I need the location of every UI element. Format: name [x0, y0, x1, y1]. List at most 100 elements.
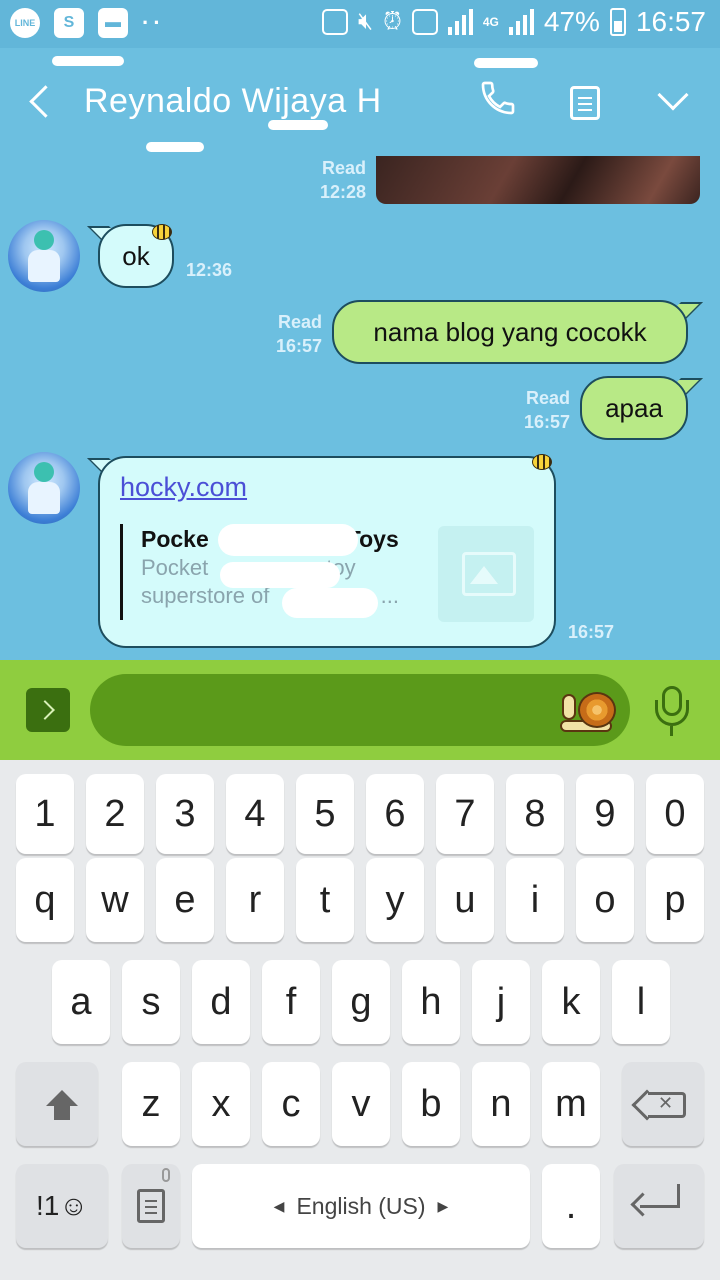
message-input[interactable] — [90, 674, 630, 746]
enter-key[interactable] — [614, 1164, 704, 1248]
bee-decoration — [152, 224, 172, 240]
key-f[interactable]: f — [262, 960, 320, 1044]
mute-icon: 🔇︎ — [358, 8, 374, 35]
key-m[interactable]: m — [542, 1062, 600, 1146]
recycle-icon — [322, 9, 348, 35]
line-icon: LINE — [10, 8, 40, 38]
key-t[interactable]: t — [296, 858, 354, 942]
clipboard-key[interactable] — [122, 1164, 180, 1248]
key-3[interactable]: 3 — [156, 774, 214, 854]
avatar[interactable] — [8, 220, 80, 292]
chat-header: Reynaldo Wijaya H — [0, 48, 720, 156]
menu-dropdown-button[interactable] — [652, 78, 700, 126]
key-7[interactable]: 7 — [436, 774, 494, 854]
sticker-button[interactable] — [558, 688, 618, 732]
message-time: 12:36 — [186, 260, 233, 280]
read-status: Read — [321, 158, 366, 178]
language-prev-icon: ◀ — [273, 1197, 285, 1214]
key-8[interactable]: 8 — [506, 774, 564, 854]
key-p[interactable]: p — [646, 858, 704, 942]
outgoing-message[interactable]: nama blog yang cocokk — [332, 300, 688, 364]
notes-button[interactable] — [560, 78, 608, 126]
redaction — [220, 562, 340, 588]
cloud-decoration — [52, 56, 124, 66]
key-6[interactable]: 6 — [366, 774, 424, 854]
cloud-decoration — [146, 142, 204, 152]
voice-input-hint-icon — [162, 1168, 170, 1182]
message-input-bar — [0, 660, 720, 760]
key-q[interactable]: q — [16, 858, 74, 942]
battery-icon — [609, 8, 626, 36]
redaction — [282, 588, 378, 618]
shift-key[interactable] — [16, 1062, 98, 1146]
expand-menu-button[interactable] — [26, 688, 70, 732]
space-language-label: English (US) — [296, 1192, 426, 1219]
key-o[interactable]: o — [576, 858, 634, 942]
key-w[interactable]: w — [86, 858, 144, 942]
key-e[interactable]: e — [156, 858, 214, 942]
microphone-stem — [670, 726, 673, 736]
message-time: 12:28 — [319, 182, 366, 202]
key-b[interactable]: b — [402, 1062, 460, 1146]
key-5[interactable]: 5 — [296, 774, 354, 854]
symbols-label: !1☺ — [36, 1190, 88, 1221]
backspace-key[interactable] — [622, 1062, 704, 1146]
key-z[interactable]: z — [122, 1062, 180, 1146]
call-button[interactable] — [478, 78, 526, 126]
alarm-icon: ⏰︎ — [383, 8, 402, 35]
chevron-down-icon — [657, 79, 689, 111]
key-x[interactable]: x — [192, 1062, 250, 1146]
photo-message[interactable] — [376, 156, 700, 204]
key-k[interactable]: k — [542, 960, 600, 1044]
link-preview-message[interactable]: hocky.com Pocke Toys Pocket toy superstore… — [98, 456, 556, 648]
chat-area[interactable]: Read 12:28 ok 12:36 Read 16:57 nama blog… — [0, 156, 720, 660]
outgoing-message[interactable]: apaa — [580, 376, 688, 440]
key-l[interactable]: l — [612, 960, 670, 1044]
key-a[interactable]: a — [52, 960, 110, 1044]
keyboard: 1 2 3 4 5 6 7 8 9 0 q w e r t y u i o p … — [0, 760, 720, 1280]
enter-icon — [640, 1184, 680, 1208]
microphone-arc — [655, 700, 689, 726]
key-h[interactable]: h — [402, 960, 460, 1044]
message-text: apaa — [605, 392, 663, 423]
key-0[interactable]: 0 — [646, 774, 704, 854]
redaction — [218, 524, 358, 556]
message-time: 16:57 — [568, 622, 615, 642]
key-2[interactable]: 2 — [86, 774, 144, 854]
key-n[interactable]: n — [472, 1062, 530, 1146]
voice-message-button[interactable] — [652, 686, 692, 738]
preview-desc-start: Pocket — [141, 555, 209, 580]
key-y[interactable]: y — [366, 858, 424, 942]
notes-icon — [570, 86, 600, 120]
key-d[interactable]: d — [192, 960, 250, 1044]
link-url[interactable]: hocky.com — [120, 472, 247, 503]
key-c[interactable]: c — [262, 1062, 320, 1146]
image-placeholder-icon — [438, 526, 534, 622]
signal-icon-2 — [508, 9, 534, 35]
shift-icon — [43, 1090, 78, 1120]
contact-name[interactable]: Reynaldo Wijaya H — [84, 82, 382, 121]
cloud-decoration — [268, 120, 328, 130]
key-4[interactable]: 4 — [226, 774, 284, 854]
key-u[interactable]: u — [436, 858, 494, 942]
key-r[interactable]: r — [226, 858, 284, 942]
status-bar: LINE S ▬ ·· 🔇︎ ⏰︎ 4G 47% 16:57 — [0, 0, 720, 48]
message-time: 16:57 — [523, 412, 570, 432]
back-button[interactable] — [22, 78, 62, 126]
key-i[interactable]: i — [506, 858, 564, 942]
avatar[interactable] — [8, 452, 80, 524]
key-1[interactable]: 1 — [16, 774, 74, 854]
key-s[interactable]: s — [122, 960, 180, 1044]
key-v[interactable]: v — [332, 1062, 390, 1146]
message-meta: Read 16:57 — [256, 310, 322, 358]
snail-shell — [578, 692, 616, 728]
period-key[interactable]: . — [542, 1164, 600, 1248]
key-g[interactable]: g — [332, 960, 390, 1044]
space-key[interactable]: ◀ English (US) ▶ — [192, 1164, 530, 1248]
battery-percent: 47% — [543, 6, 600, 37]
message-time: 16:57 — [275, 336, 322, 356]
home-icon — [411, 9, 438, 35]
key-9[interactable]: 9 — [576, 774, 634, 854]
key-j[interactable]: j — [472, 960, 530, 1044]
symbols-key[interactable]: !1☺ — [16, 1164, 108, 1248]
